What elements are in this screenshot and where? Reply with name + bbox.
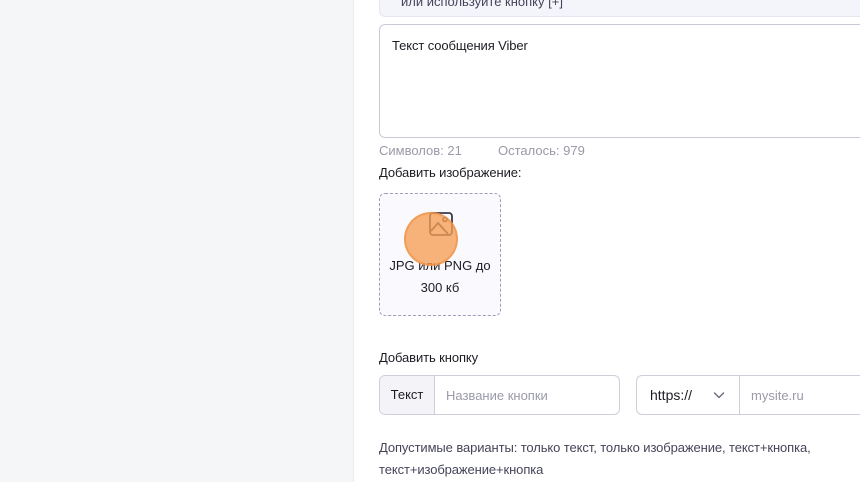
chevron-down-icon xyxy=(713,392,725,399)
message-text[interactable]: Текст сообщения Viber xyxy=(392,38,528,53)
message-textarea[interactable]: Текст сообщения Viber xyxy=(379,24,860,138)
protocol-select[interactable]: https:// xyxy=(637,376,740,414)
image-upload-dropzone[interactable]: JPG или PNG до 300 кб xyxy=(379,193,501,316)
add-image-label: Добавить изображение: xyxy=(379,165,522,180)
remaining-counter: Осталось: 979 xyxy=(498,143,585,158)
viber-message-form: или используйте кнопку [+] Текст сообщен… xyxy=(353,0,860,482)
allowed-variants-note: Допустимые варианты: только текст, тольк… xyxy=(379,440,811,477)
cursor-indicator xyxy=(404,212,458,266)
add-button-label: Добавить кнопку xyxy=(379,350,479,365)
variables-hint: или используйте кнопку [+] xyxy=(379,0,860,17)
button-text-group: Текст xyxy=(379,375,620,415)
button-url-input[interactable] xyxy=(741,376,860,414)
button-name-input[interactable] xyxy=(435,376,615,414)
text-addon: Текст xyxy=(380,376,435,414)
button-url-group: https:// xyxy=(636,375,860,415)
variables-hint-text: или используйте кнопку [+] xyxy=(401,0,563,9)
protocol-value: https:// xyxy=(650,387,693,403)
symbols-counter: Символов: 21 xyxy=(379,143,462,158)
